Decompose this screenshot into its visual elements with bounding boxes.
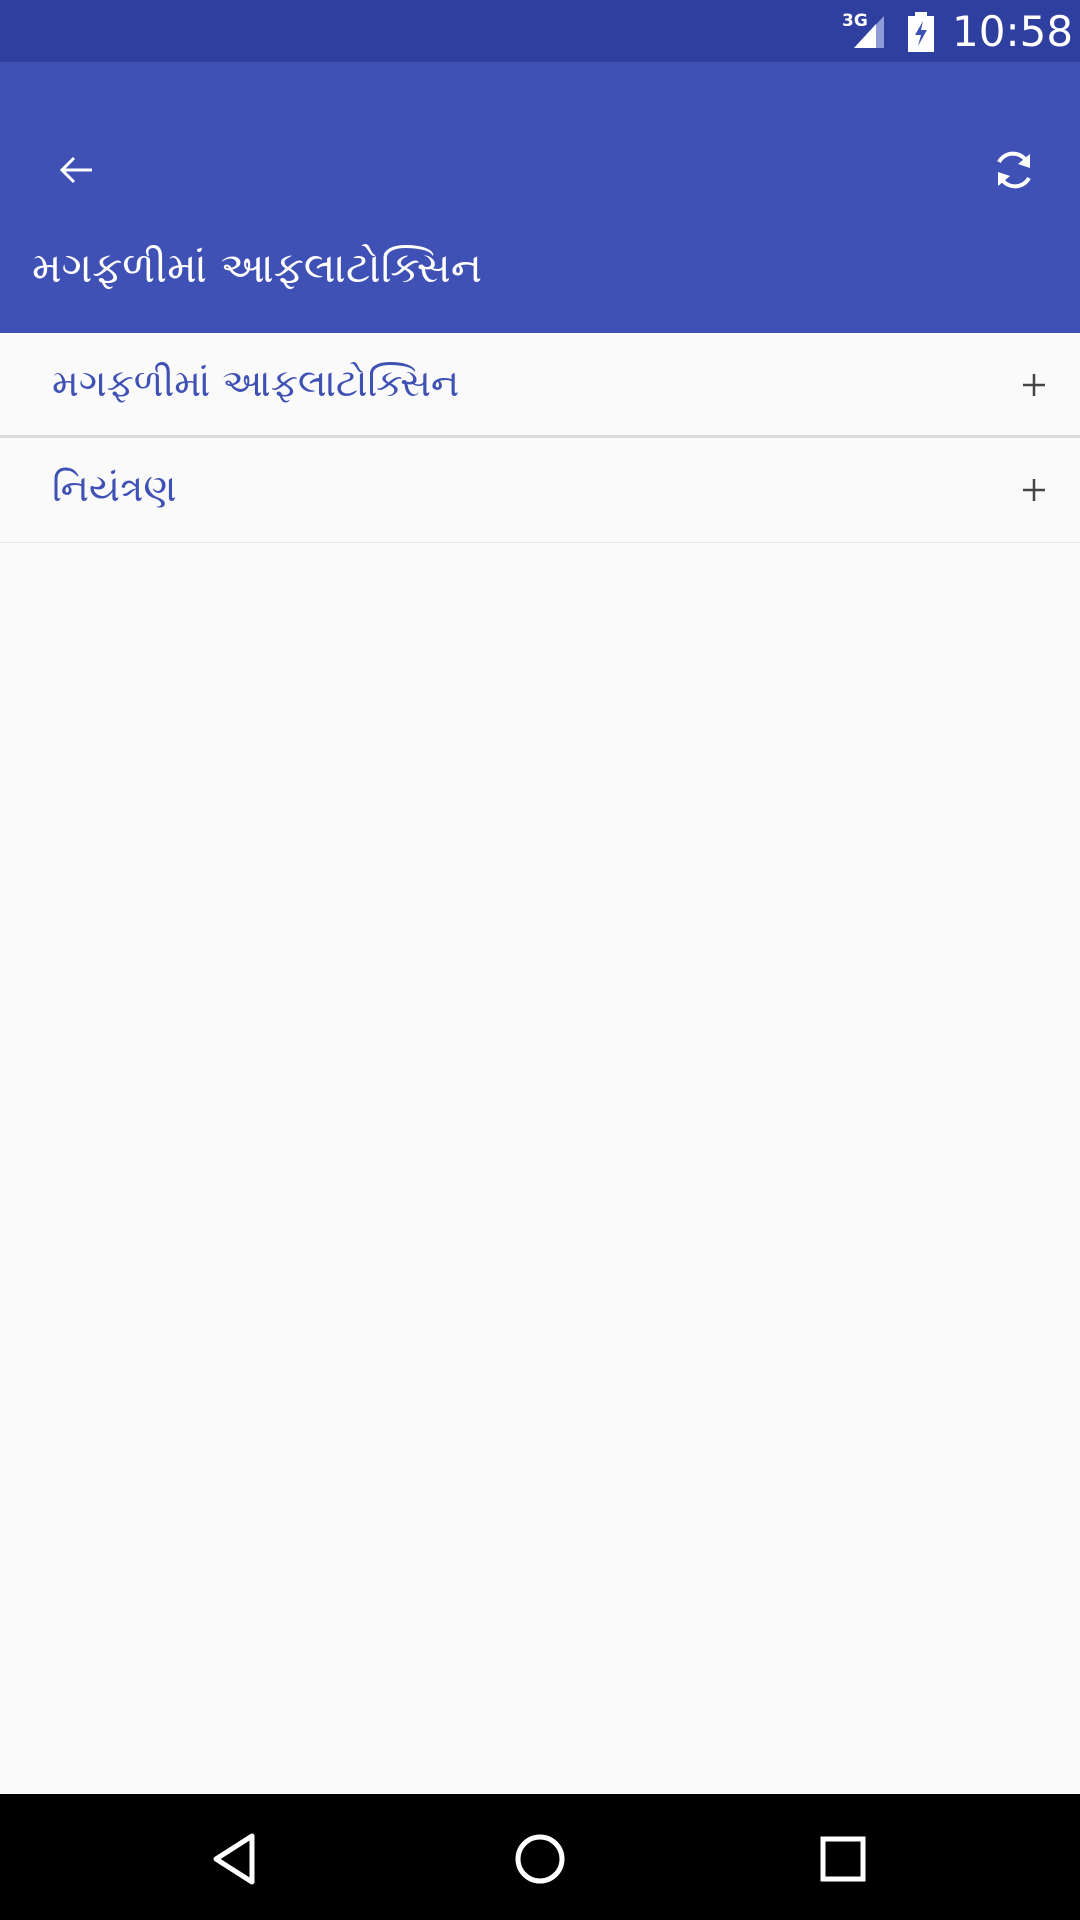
list-item[interactable]: નિયંત્રણ: [0, 438, 1080, 543]
status-bar: 3G 10:58: [0, 0, 1080, 62]
nav-recents-button[interactable]: [808, 1824, 878, 1894]
app-toolbar: મગફળીમાં આફલાટોક્સિન: [0, 62, 1080, 333]
nav-home-icon: [515, 1834, 565, 1884]
arrow-back-icon: [59, 156, 92, 184]
nav-home-button[interactable]: [505, 1824, 575, 1894]
nav-back-icon: [213, 1833, 255, 1885]
refresh-button[interactable]: [978, 134, 1050, 206]
back-button[interactable]: [40, 134, 112, 206]
list-item-label: નિયંત્રણ: [52, 466, 177, 510]
battery-charging-icon: [908, 12, 934, 52]
plus-icon[interactable]: [1020, 371, 1048, 399]
nav-recents-icon: [820, 1836, 866, 1882]
navigation-bar: [0, 1794, 1080, 1920]
list-item[interactable]: મગફળીમાં આફલાટોક્સિન: [0, 333, 1080, 438]
signal-icon: [854, 16, 884, 48]
list-item-label: મગફળીમાં આફલાટોક્સિન: [52, 361, 460, 405]
nav-back-button[interactable]: [200, 1824, 270, 1894]
plus-icon[interactable]: [1020, 476, 1048, 504]
status-time: 10:58: [952, 7, 1074, 56]
refresh-icon: [997, 151, 1031, 189]
expandable-list: મગફળીમાં આફલાટોક્સિન નિયંત્રણ: [0, 333, 1080, 543]
page-title: મગફળીમાં આફલાટોક્સિન: [32, 243, 483, 292]
